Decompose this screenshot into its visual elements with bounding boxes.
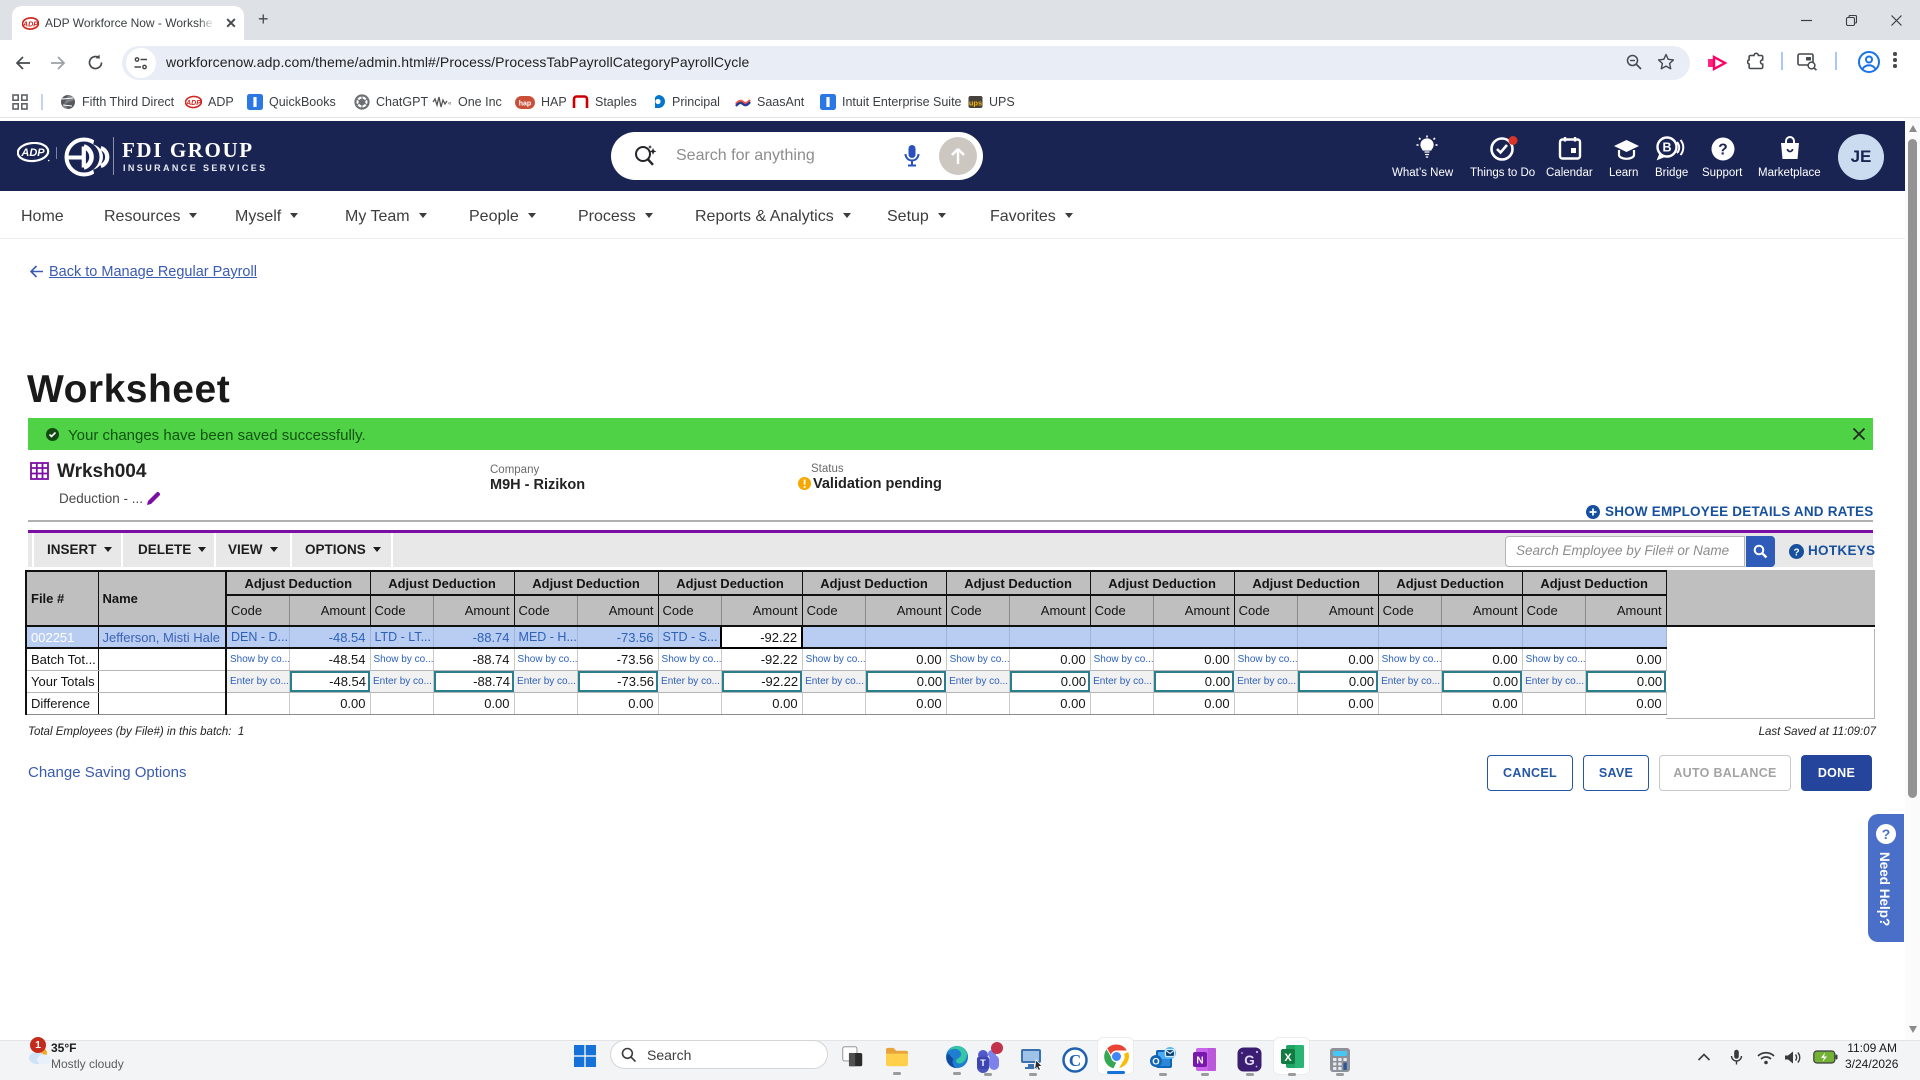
svg-text:X: X (1284, 1052, 1292, 1064)
svg-text:O: O (1152, 1057, 1159, 1068)
svg-text:?: ? (1793, 547, 1799, 558)
svg-text:N: N (1196, 1056, 1203, 1067)
svg-text:?: ? (1882, 826, 1891, 842)
svg-text:T: T (980, 1058, 986, 1068)
svg-text:G: G (1244, 1053, 1255, 1068)
svg-text:?: ? (1718, 142, 1727, 159)
svg-text:C: C (1069, 1051, 1081, 1070)
svg-text:ADP: ADP (20, 147, 45, 159)
svg-text:B: B (1662, 141, 1671, 155)
